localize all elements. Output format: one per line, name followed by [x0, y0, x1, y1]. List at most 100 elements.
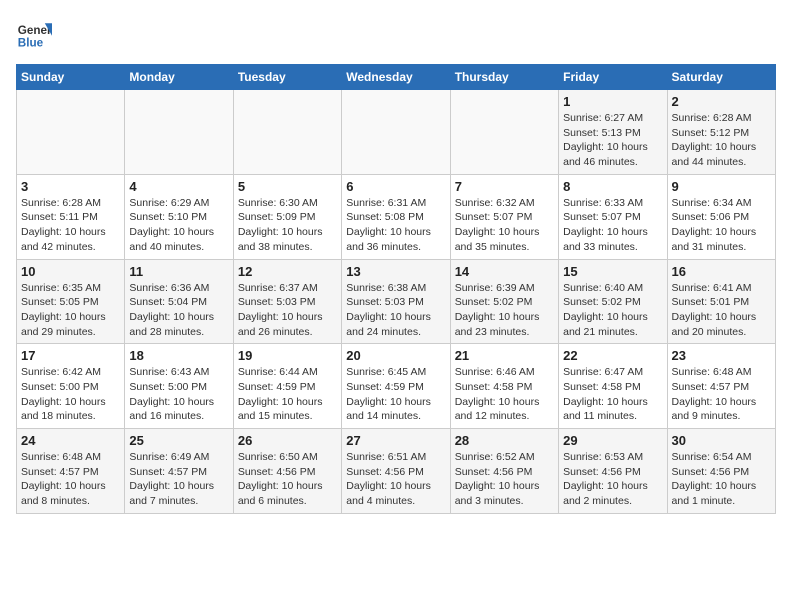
calendar-cell: 27 Sunrise: 6:51 AM Sunset: 4:56 PM Dayli…: [342, 429, 450, 514]
day-number: 28: [455, 433, 554, 448]
calendar-cell: 23Sunrise: 6:48 AM Sunset: 4:57 PM Dayli…: [667, 344, 775, 429]
day-info: Sunrise: 6:28 AM Sunset: 5:11 PM Dayligh…: [21, 196, 120, 255]
calendar-week-row: 17 Sunrise: 6:42 AM Sunset: 5:00 PM Dayli…: [17, 344, 776, 429]
day-number: 2: [672, 94, 771, 109]
calendar-header-row: SundayMondayTuesdayWednesdayThursdayFrid…: [17, 65, 776, 90]
calendar-cell: 30Sunrise: 6:54 AM Sunset: 4:56 PM Dayli…: [667, 429, 775, 514]
calendar-cell: [450, 90, 558, 175]
day-info: Sunrise: 6:36 AM Sunset: 5:04 PM Dayligh…: [129, 281, 228, 340]
calendar-cell: [17, 90, 125, 175]
day-info: Sunrise: 6:39 AM Sunset: 5:02 PM Dayligh…: [455, 281, 554, 340]
calendar-cell: 13Sunrise: 6:38 AM Sunset: 5:03 PM Dayli…: [342, 259, 450, 344]
day-number: 26: [238, 433, 337, 448]
day-number: 27: [346, 433, 445, 448]
calendar-cell: 2 Sunrise: 6:28 AM Sunset: 5:12 PM Daylig…: [667, 90, 775, 175]
svg-text:Blue: Blue: [18, 37, 44, 50]
calendar-cell: 4 Sunrise: 6:29 AM Sunset: 5:10 PM Daylig…: [125, 174, 233, 259]
day-info: Sunrise: 6:54 AM Sunset: 4:56 PM Dayligh…: [672, 450, 771, 509]
weekday-header: Monday: [125, 65, 233, 90]
calendar-cell: [233, 90, 341, 175]
calendar-cell: 22 Sunrise: 6:47 AM Sunset: 4:58 PM Dayli…: [559, 344, 667, 429]
day-info: Sunrise: 6:47 AM Sunset: 4:58 PM Dayligh…: [563, 365, 662, 424]
calendar-cell: 3 Sunrise: 6:28 AM Sunset: 5:11 PM Daylig…: [17, 174, 125, 259]
day-info: Sunrise: 6:48 AM Sunset: 4:57 PM Dayligh…: [672, 365, 771, 424]
calendar-cell: 25Sunrise: 6:49 AM Sunset: 4:57 PM Dayli…: [125, 429, 233, 514]
day-number: 22: [563, 348, 662, 363]
calendar-cell: [125, 90, 233, 175]
logo-icon: General Blue: [16, 16, 52, 52]
day-info: Sunrise: 6:35 AM Sunset: 5:05 PM Dayligh…: [21, 281, 120, 340]
calendar-cell: 18 Sunrise: 6:43 AM Sunset: 5:00 PM Dayli…: [125, 344, 233, 429]
calendar-cell: [342, 90, 450, 175]
day-info: Sunrise: 6:40 AM Sunset: 5:02 PM Dayligh…: [563, 281, 662, 340]
calendar-cell: 8 Sunrise: 6:33 AM Sunset: 5:07 PM Daylig…: [559, 174, 667, 259]
day-number: 10: [21, 264, 120, 279]
logo: General Blue: [16, 16, 56, 52]
day-info: Sunrise: 6:33 AM Sunset: 5:07 PM Dayligh…: [563, 196, 662, 255]
day-info: Sunrise: 6:42 AM Sunset: 5:00 PM Dayligh…: [21, 365, 120, 424]
weekday-header: Sunday: [17, 65, 125, 90]
day-info: Sunrise: 6:27 AM Sunset: 5:13 PM Dayligh…: [563, 111, 662, 170]
calendar-cell: 17 Sunrise: 6:42 AM Sunset: 5:00 PM Dayli…: [17, 344, 125, 429]
calendar-cell: 12Sunrise: 6:37 AM Sunset: 5:03 PM Dayli…: [233, 259, 341, 344]
day-info: Sunrise: 6:30 AM Sunset: 5:09 PM Dayligh…: [238, 196, 337, 255]
calendar-cell: 16 Sunrise: 6:41 AM Sunset: 5:01 PM Dayli…: [667, 259, 775, 344]
day-number: 9: [672, 179, 771, 194]
day-number: 1: [563, 94, 662, 109]
day-info: Sunrise: 6:50 AM Sunset: 4:56 PM Dayligh…: [238, 450, 337, 509]
day-number: 11: [129, 264, 228, 279]
day-number: 6: [346, 179, 445, 194]
calendar-cell: 21Sunrise: 6:46 AM Sunset: 4:58 PM Dayli…: [450, 344, 558, 429]
day-number: 13: [346, 264, 445, 279]
day-info: Sunrise: 6:52 AM Sunset: 4:56 PM Dayligh…: [455, 450, 554, 509]
day-number: 24: [21, 433, 120, 448]
day-number: 19: [238, 348, 337, 363]
day-info: Sunrise: 6:29 AM Sunset: 5:10 PM Dayligh…: [129, 196, 228, 255]
calendar-cell: 26 Sunrise: 6:50 AM Sunset: 4:56 PM Dayli…: [233, 429, 341, 514]
calendar-cell: 20 Sunrise: 6:45 AM Sunset: 4:59 PM Dayli…: [342, 344, 450, 429]
day-number: 8: [563, 179, 662, 194]
day-info: Sunrise: 6:48 AM Sunset: 4:57 PM Dayligh…: [21, 450, 120, 509]
weekday-header: Saturday: [667, 65, 775, 90]
calendar-cell: 7 Sunrise: 6:32 AM Sunset: 5:07 PM Daylig…: [450, 174, 558, 259]
day-info: Sunrise: 6:44 AM Sunset: 4:59 PM Dayligh…: [238, 365, 337, 424]
page-header: General Blue: [16, 16, 776, 52]
day-number: 14: [455, 264, 554, 279]
calendar-week-row: 10 Sunrise: 6:35 AM Sunset: 5:05 PM Dayli…: [17, 259, 776, 344]
day-info: Sunrise: 6:34 AM Sunset: 5:06 PM Dayligh…: [672, 196, 771, 255]
calendar-cell: 1 Sunrise: 6:27 AM Sunset: 5:13 PM Daylig…: [559, 90, 667, 175]
day-number: 3: [21, 179, 120, 194]
day-info: Sunrise: 6:28 AM Sunset: 5:12 PM Dayligh…: [672, 111, 771, 170]
weekday-header: Tuesday: [233, 65, 341, 90]
day-info: Sunrise: 6:31 AM Sunset: 5:08 PM Dayligh…: [346, 196, 445, 255]
calendar-cell: 10 Sunrise: 6:35 AM Sunset: 5:05 PM Dayli…: [17, 259, 125, 344]
day-info: Sunrise: 6:49 AM Sunset: 4:57 PM Dayligh…: [129, 450, 228, 509]
day-info: Sunrise: 6:53 AM Sunset: 4:56 PM Dayligh…: [563, 450, 662, 509]
day-number: 5: [238, 179, 337, 194]
calendar-cell: 15Sunrise: 6:40 AM Sunset: 5:02 PM Dayli…: [559, 259, 667, 344]
day-number: 4: [129, 179, 228, 194]
calendar-cell: 5 Sunrise: 6:30 AM Sunset: 5:09 PM Daylig…: [233, 174, 341, 259]
day-info: Sunrise: 6:45 AM Sunset: 4:59 PM Dayligh…: [346, 365, 445, 424]
day-info: Sunrise: 6:43 AM Sunset: 5:00 PM Dayligh…: [129, 365, 228, 424]
day-info: Sunrise: 6:32 AM Sunset: 5:07 PM Dayligh…: [455, 196, 554, 255]
day-number: 7: [455, 179, 554, 194]
calendar-cell: 24 Sunrise: 6:48 AM Sunset: 4:57 PM Dayli…: [17, 429, 125, 514]
day-number: 12: [238, 264, 337, 279]
day-number: 29: [563, 433, 662, 448]
day-info: Sunrise: 6:51 AM Sunset: 4:56 PM Dayligh…: [346, 450, 445, 509]
day-number: 17: [21, 348, 120, 363]
calendar-cell: 11 Sunrise: 6:36 AM Sunset: 5:04 PM Dayli…: [125, 259, 233, 344]
day-number: 18: [129, 348, 228, 363]
calendar-cell: 19 Sunrise: 6:44 AM Sunset: 4:59 PM Dayli…: [233, 344, 341, 429]
calendar-week-row: 24 Sunrise: 6:48 AM Sunset: 4:57 PM Dayli…: [17, 429, 776, 514]
calendar-cell: 6 Sunrise: 6:31 AM Sunset: 5:08 PM Daylig…: [342, 174, 450, 259]
day-info: Sunrise: 6:41 AM Sunset: 5:01 PM Dayligh…: [672, 281, 771, 340]
day-number: 20: [346, 348, 445, 363]
calendar-cell: 9 Sunrise: 6:34 AM Sunset: 5:06 PM Daylig…: [667, 174, 775, 259]
weekday-header: Friday: [559, 65, 667, 90]
day-number: 16: [672, 264, 771, 279]
calendar-cell: 14 Sunrise: 6:39 AM Sunset: 5:02 PM Dayli…: [450, 259, 558, 344]
calendar-cell: 28 Sunrise: 6:52 AM Sunset: 4:56 PM Dayli…: [450, 429, 558, 514]
calendar-table: SundayMondayTuesdayWednesdayThursdayFrid…: [16, 64, 776, 514]
